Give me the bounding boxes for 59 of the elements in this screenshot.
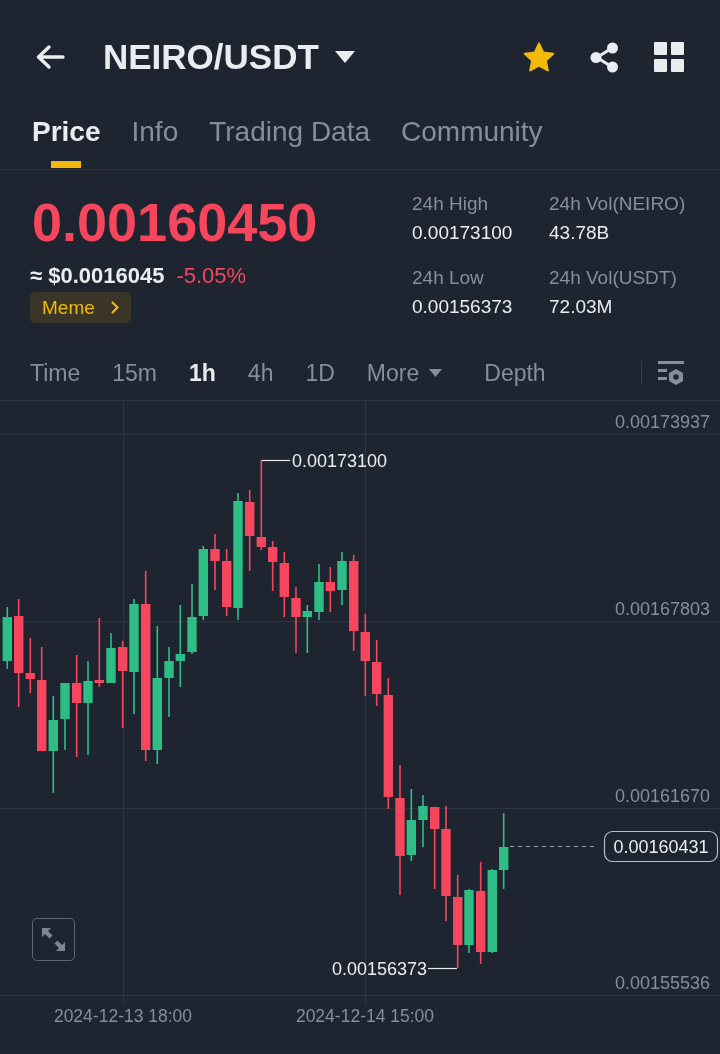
rising-candle [164,647,174,717]
rising-candle [106,633,116,683]
expand-icon [41,927,66,952]
interval-option[interactable]: 4h [247,358,274,387]
falling-candle [291,587,301,653]
falling-candle [94,618,104,687]
tab[interactable]: Community [401,114,543,169]
stat-value: 0.00156373 [412,295,514,319]
rising-candle [464,889,474,953]
time-axis-label: 2024-12-14 15:00 [295,1006,435,1026]
stat-label: 24h Low [412,266,485,290]
share-icon[interactable] [589,41,620,73]
falling-candle [222,549,232,616]
stat-label: 24h Vol(USDT) [549,266,678,290]
price-axis-label: 0.00161670 [614,786,710,806]
interval-dropdown[interactable]: More [366,358,443,387]
price-axis-label: 0.00155536 [614,973,710,993]
price-change: -5.05% [176,263,247,289]
stat-value: 0.00173100 [412,221,514,245]
stat-value: 72.03M [549,295,614,319]
chart-settings-icon[interactable] [658,359,684,386]
category-tag[interactable]: Meme [30,292,131,323]
stat-value: 43.78B [549,221,611,245]
tab[interactable]: Trading Data [209,114,371,169]
interval-option[interactable]: 1D [305,358,335,387]
rising-candle [406,789,416,861]
stat-label: 24h Vol(NEIRO) [549,192,686,216]
interval-option[interactable]: 15m [112,358,157,387]
last-price: 0.00160450 [32,194,318,250]
fullscreen-button[interactable] [32,918,75,961]
rising-candle [2,607,12,669]
rising-candle [187,584,197,654]
time-axis-label: 2024-12-13 18:00 [53,1006,193,1026]
pair-selector[interactable]: NEIRO/USDT [103,37,355,77]
price-axis-label: 0.00167803 [614,599,710,619]
tab[interactable]: Price [32,114,101,169]
rising-candle [337,552,347,605]
fiat-price: ≈ $0.0016045 [30,263,165,289]
last-price-tag: 0.00160431 [603,830,719,863]
rising-candle [418,795,428,847]
price-axis-label: 0.00173937 [614,412,710,432]
interval-option[interactable]: 1h [189,358,216,387]
grid-icon[interactable] [654,42,684,72]
falling-candle [279,552,289,617]
back-arrow-icon[interactable] [35,44,65,70]
falling-candle [210,534,220,590]
falling-candle [268,541,278,591]
interval-option[interactable]: Depth [484,358,546,387]
tab[interactable]: Info [131,114,179,169]
falling-candle [325,567,335,612]
stat-label: 24h High [412,192,490,216]
rising-candle [314,564,324,620]
caret-down-icon [429,368,443,377]
rising-candle [60,683,70,750]
rising-candle [302,605,312,653]
caret-down-icon [334,51,355,63]
interval-option[interactable]: Time [30,358,81,387]
chevron-right-icon [110,301,119,314]
star-icon[interactable] [523,41,555,73]
